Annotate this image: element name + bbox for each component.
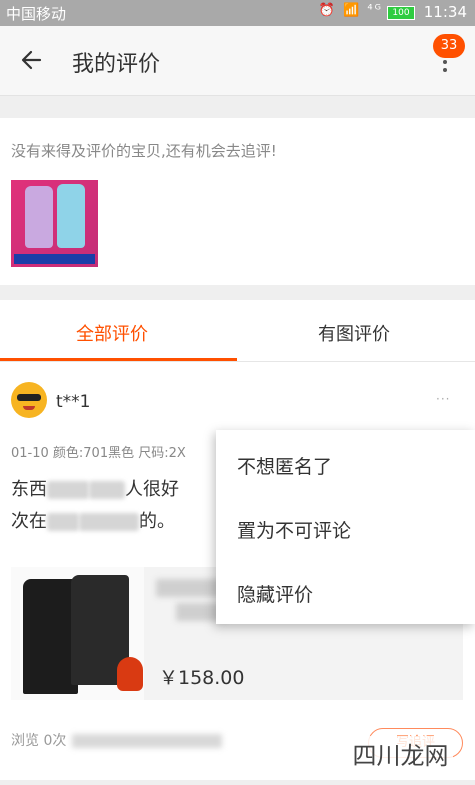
tab-image-reviews[interactable]: 有图评价 [318, 320, 390, 346]
active-tab-indicator [0, 358, 237, 361]
carrier-label: 中国移动 [6, 5, 67, 23]
pending-review-section: 没有来得及评价的宝贝,还有机会去追评! [0, 118, 475, 285]
review-more-icon[interactable]: ··· [436, 392, 450, 406]
product-image [11, 567, 144, 700]
review-text: 东西 人很好 次在 的。 [11, 479, 179, 532]
menu-item-hide-review[interactable]: 隐藏评价 [237, 580, 313, 607]
product-price: ￥158.00 [159, 667, 245, 689]
popup-menu: 不想匿名了 置为不可评论 隐藏评价 [216, 430, 475, 624]
pending-product-thumbnail[interactable] [11, 180, 98, 267]
username: t**1 [56, 392, 91, 412]
review-stats: 浏览 0次 [11, 730, 223, 750]
review-meta: 01-10 颜色:701黑色 尺码:2X [11, 446, 186, 461]
battery-icon: 100 [387, 6, 415, 20]
status-icons: ⏰ 📶 ⁴ᴳ [318, 3, 383, 18]
nav-bar: 我的评价 33 [0, 26, 475, 96]
clock: 11:34 [423, 3, 467, 21]
tab-all-reviews[interactable]: 全部评价 [76, 320, 148, 346]
back-arrow-icon[interactable] [20, 46, 44, 74]
status-bar: 中国移动 ⏰ 📶 ⁴ᴳ 100 11:34 [0, 0, 475, 26]
page-title: 我的评价 [72, 52, 161, 77]
watermark: 四川龙网 [348, 736, 453, 776]
notification-badge: 33 [433, 34, 465, 58]
avatar[interactable] [11, 382, 47, 418]
review-tabs: 全部评价 有图评价 [0, 300, 475, 362]
menu-item-disable-comments[interactable]: 置为不可评论 [237, 516, 351, 543]
menu-item-unanonymize[interactable]: 不想匿名了 [237, 452, 332, 479]
flame-icon [117, 657, 143, 691]
pending-review-hint: 没有来得及评价的宝贝,还有机会去追评! [11, 142, 277, 160]
